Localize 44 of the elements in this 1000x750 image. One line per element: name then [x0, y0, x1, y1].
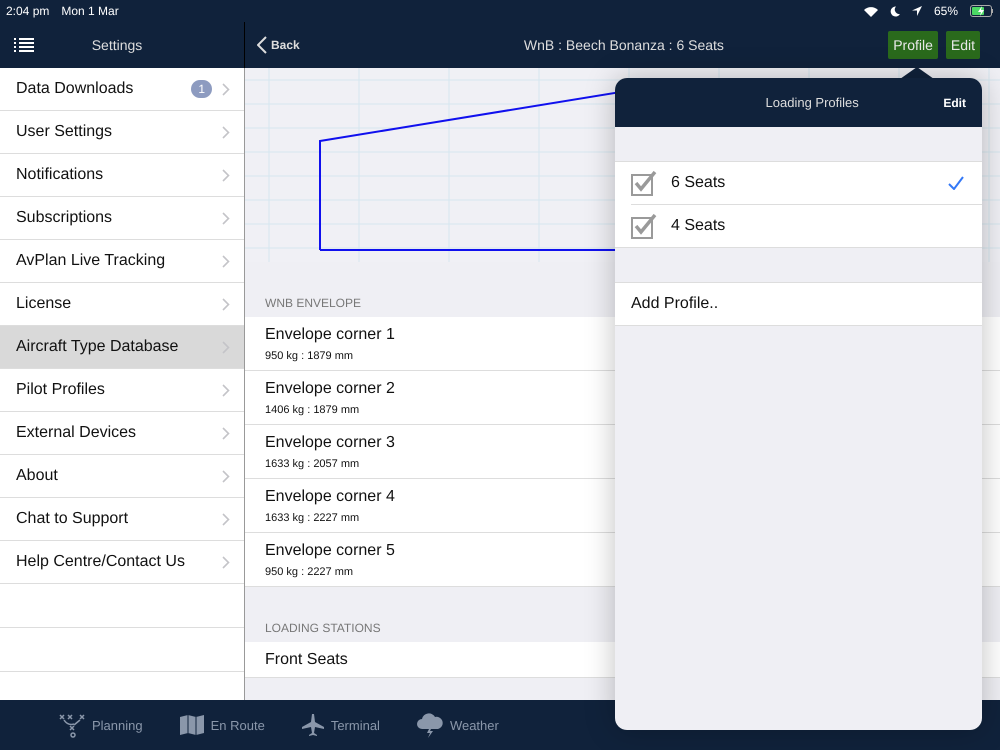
nav-title: WnB : Beech Bonanza : 6 Seats: [522, 37, 725, 53]
section-header: WNB ENVELOPE: [265, 296, 362, 310]
chevron-right-icon: [222, 384, 230, 396]
sidebar-title: Settings: [90, 37, 144, 53]
profile-row[interactable]: 4 Seats: [631, 205, 982, 247]
checked-box-icon[interactable]: [631, 170, 657, 196]
count-badge: 1: [191, 80, 212, 98]
storm-cloud-icon: [416, 712, 444, 738]
battery-charging-icon: [970, 5, 994, 17]
play-diagram-icon: [58, 712, 86, 738]
checked-box-icon[interactable]: [631, 213, 657, 239]
profile-button[interactable]: Profile: [888, 31, 938, 59]
edit-button[interactable]: Edit: [946, 31, 980, 59]
tab-bar-item[interactable]: Terminal: [300, 713, 380, 737]
popover-title: Loading Profiles: [764, 95, 860, 110]
chevron-right-icon: [222, 556, 230, 568]
chevron-right-icon: [222, 426, 230, 440]
chevron-left-icon: [257, 36, 267, 54]
map-icon: [178, 714, 205, 736]
tab-bar-item[interactable]: En Route: [178, 714, 265, 736]
chevron-right-icon: [222, 470, 230, 482]
airplane-icon: [300, 713, 325, 737]
location-arrow-icon: [912, 6, 922, 16]
back-button[interactable]: Back: [257, 36, 300, 54]
chevron-right-icon: [222, 298, 230, 310]
menu-icon[interactable]: [14, 38, 34, 52]
status-time: 2:04 pm: [6, 4, 50, 18]
chevron-right-icon: [222, 212, 230, 224]
tab-bar-item[interactable]: Weather: [416, 712, 499, 738]
chevron-right-icon: [222, 254, 230, 268]
chevron-right-icon: [222, 82, 230, 96]
chevron-right-icon: [222, 168, 230, 182]
section-header: LOADING STATIONS: [265, 621, 381, 635]
popover-edit-button[interactable]: Edit: [943, 96, 966, 110]
sidebar-item[interactable]: Aircraft Type Database: [0, 326, 244, 369]
battery-percent: 65%: [934, 4, 958, 18]
status-date: Mon 1 Mar: [61, 4, 119, 18]
profile-row[interactable]: 6 Seats: [631, 162, 982, 205]
chevron-right-icon: [222, 126, 230, 138]
wifi-icon: [864, 6, 878, 16]
moon-icon: [890, 6, 900, 16]
tab-bar-item[interactable]: Planning: [58, 712, 143, 738]
checkmark-icon: [948, 176, 964, 190]
chevron-right-icon: [222, 512, 230, 526]
